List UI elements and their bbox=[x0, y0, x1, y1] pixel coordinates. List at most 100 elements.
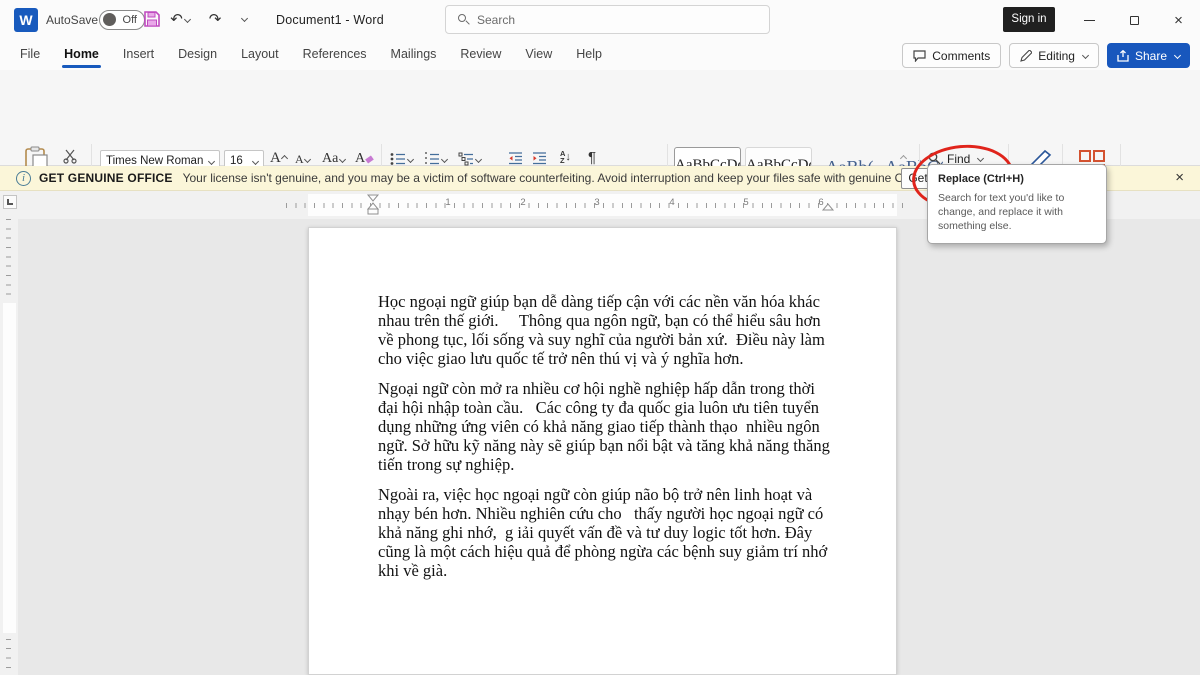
comment-icon bbox=[913, 50, 926, 62]
styles-scroll-up-button[interactable] bbox=[893, 148, 913, 168]
share-button[interactable]: Share bbox=[1107, 43, 1190, 68]
tab-mailings[interactable]: Mailings bbox=[379, 40, 449, 70]
tab-help[interactable]: Help bbox=[564, 40, 614, 70]
chevron-down-icon bbox=[475, 155, 482, 162]
minimize-button[interactable] bbox=[1067, 0, 1112, 40]
caret-down-icon bbox=[304, 156, 311, 163]
info-icon: i bbox=[16, 171, 31, 186]
word-window: W AutoSave Off ↶ ↷ Document1 - Word Sear… bbox=[0, 0, 1200, 675]
multilevel-list-button[interactable] bbox=[458, 152, 481, 166]
numbering-button[interactable] bbox=[424, 152, 447, 166]
ruler-mark: 2 bbox=[518, 197, 528, 208]
tab-insert[interactable]: Insert bbox=[111, 40, 166, 70]
chevron-down-icon bbox=[1174, 52, 1181, 59]
vertical-ruler bbox=[0, 219, 18, 675]
restore-button[interactable] bbox=[1112, 0, 1157, 40]
indent-icon bbox=[532, 152, 547, 165]
notice-close-icon[interactable]: × bbox=[1175, 169, 1184, 186]
document-page[interactable]: Học ngoại ngữ giúp bạn dễ dàng tiếp cận … bbox=[308, 227, 897, 675]
undo-button[interactable]: ↶ bbox=[168, 8, 192, 32]
editing-mode-button[interactable]: Editing bbox=[1009, 43, 1099, 68]
chevron-down-icon bbox=[252, 157, 259, 164]
close-button[interactable]: × bbox=[1157, 0, 1200, 40]
shrink-font-icon: A bbox=[295, 152, 304, 167]
indent-markers-left[interactable] bbox=[366, 194, 380, 216]
decrease-indent-button[interactable] bbox=[508, 152, 523, 165]
change-case-icon: Aa bbox=[322, 151, 338, 167]
paragraph-1[interactable]: Học ngoại ngữ giúp bạn dễ dàng tiếp cận … bbox=[378, 292, 830, 368]
tab-references[interactable]: References bbox=[291, 40, 379, 70]
tab-file[interactable]: File bbox=[8, 40, 52, 70]
grow-font-button[interactable]: A bbox=[270, 150, 287, 167]
tab-stop-icon bbox=[7, 199, 13, 205]
clear-formatting-button[interactable]: A bbox=[355, 151, 373, 167]
title-bar: W AutoSave Off ↶ ↷ Document1 - Word Sear… bbox=[0, 0, 1200, 40]
paragraph-2[interactable]: Ngoại ngữ còn mở ra nhiều cơ hội nghề ng… bbox=[378, 379, 830, 474]
multilevel-list-icon bbox=[458, 152, 474, 166]
chevron-down-icon bbox=[441, 155, 448, 162]
share-icon bbox=[1117, 50, 1129, 62]
tab-layout[interactable]: Layout bbox=[229, 40, 291, 70]
caret-up-icon bbox=[281, 155, 288, 162]
bullets-button[interactable] bbox=[390, 152, 413, 166]
document-canvas: Học ngoại ngữ giúp bạn dễ dàng tiếp cận … bbox=[18, 219, 1200, 675]
editing-mode-label: Editing bbox=[1038, 49, 1075, 63]
notice-title: GET GENUINE OFFICE bbox=[39, 171, 173, 185]
sign-in-button[interactable]: Sign in bbox=[1003, 7, 1055, 32]
restore-icon bbox=[1130, 16, 1139, 25]
tooltip-body: Search for text you'd like to change, an… bbox=[938, 191, 1096, 234]
outdent-icon bbox=[508, 152, 523, 165]
eraser-icon bbox=[365, 155, 374, 163]
chevron-down-icon bbox=[184, 16, 191, 23]
clear-formatting-icon: A bbox=[355, 151, 365, 167]
chevron-down-icon bbox=[339, 155, 346, 162]
tab-view[interactable]: View bbox=[513, 40, 564, 70]
save-icon[interactable] bbox=[143, 10, 161, 28]
shrink-font-button[interactable]: A bbox=[295, 152, 310, 167]
document-text[interactable]: Học ngoại ngữ giúp bạn dễ dàng tiếp cận … bbox=[378, 292, 830, 591]
minimize-icon bbox=[1084, 20, 1095, 21]
redo-button[interactable]: ↷ bbox=[203, 8, 227, 32]
tab-selector-button[interactable] bbox=[3, 195, 17, 209]
ruler-mark: 5 bbox=[741, 197, 751, 208]
ribbon: Paste Clipboard Times New Roman 16 A A A… bbox=[0, 70, 1200, 166]
paragraph-3[interactable]: Ngoài ra, việc học ngoại ngữ còn giúp nã… bbox=[378, 485, 830, 580]
tab-home[interactable]: Home bbox=[52, 40, 111, 70]
notice-message: Your license isn't genuine, and you may … bbox=[183, 171, 961, 185]
bullet-list-icon bbox=[390, 152, 406, 166]
customize-qat-button[interactable] bbox=[232, 8, 256, 32]
search-icon bbox=[458, 14, 469, 25]
ruler-mark: 4 bbox=[667, 197, 677, 208]
tab-review[interactable]: Review bbox=[448, 40, 513, 70]
search-placeholder: Search bbox=[477, 13, 515, 27]
pencil-icon bbox=[1020, 50, 1032, 62]
chevron-down-icon bbox=[407, 155, 414, 162]
increase-indent-button[interactable] bbox=[532, 152, 547, 165]
autosave-label: AutoSave bbox=[46, 13, 98, 27]
change-case-button[interactable]: Aa bbox=[322, 151, 345, 167]
sort-arrow-icon: ↓ bbox=[565, 151, 571, 163]
chevron-down-icon bbox=[240, 15, 247, 22]
grow-font-icon: A bbox=[270, 150, 281, 167]
close-icon: × bbox=[1174, 12, 1183, 29]
chevron-up-icon bbox=[899, 154, 906, 161]
ruler-mark: 1 bbox=[443, 197, 453, 208]
search-input[interactable]: Search bbox=[445, 5, 770, 34]
share-label: Share bbox=[1135, 49, 1167, 63]
indent-marker-right[interactable] bbox=[821, 202, 835, 214]
comments-label: Comments bbox=[932, 49, 990, 63]
autosave-toggle[interactable]: Off bbox=[99, 10, 145, 30]
sort-button[interactable]: AZ ↓ bbox=[560, 150, 571, 164]
autosave-state: Off bbox=[123, 14, 137, 26]
show-marks-button[interactable]: ¶ bbox=[588, 149, 596, 166]
toggle-knob-icon bbox=[103, 13, 116, 26]
tooltip-title: Replace (Ctrl+H) bbox=[938, 173, 1096, 185]
cut-button[interactable] bbox=[62, 148, 78, 164]
ruler-page-area bbox=[3, 303, 16, 633]
chevron-down-icon bbox=[1082, 52, 1089, 59]
comments-button[interactable]: Comments bbox=[902, 43, 1001, 68]
chevron-down-icon bbox=[208, 157, 215, 164]
scissors-icon bbox=[62, 148, 78, 164]
tab-design[interactable]: Design bbox=[166, 40, 229, 70]
word-logo-icon: W bbox=[14, 8, 38, 32]
